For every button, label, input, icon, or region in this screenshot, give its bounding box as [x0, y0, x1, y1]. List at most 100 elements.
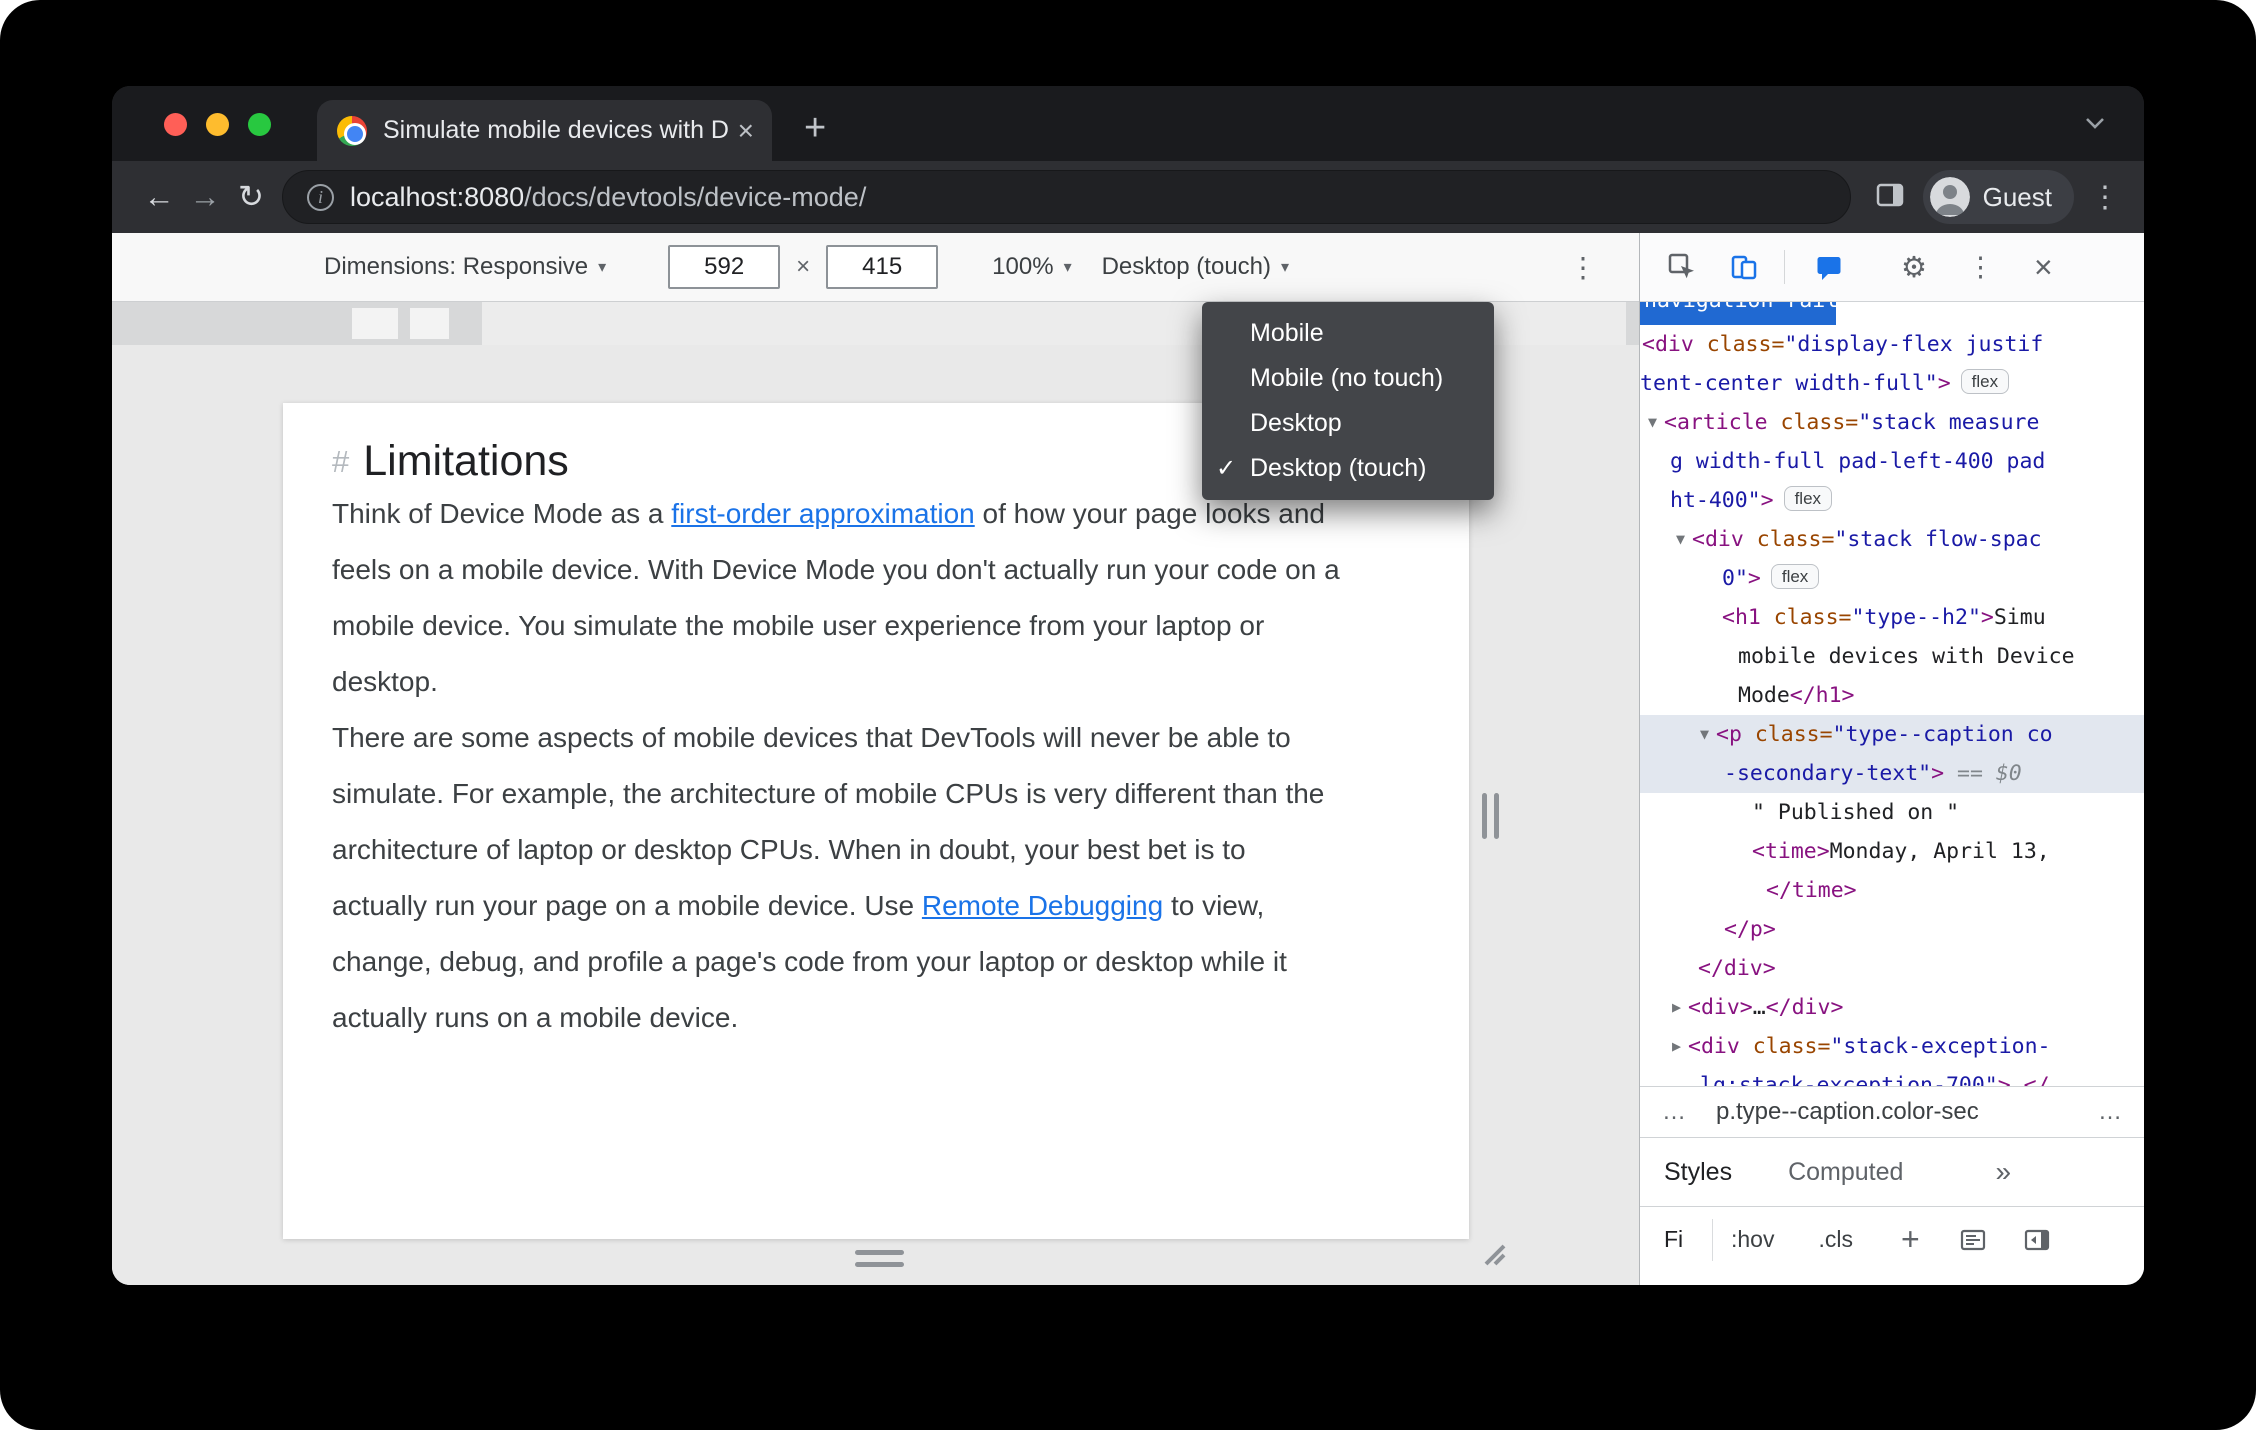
browser-tab[interactable]: Simulate mobile devices with D ×: [317, 100, 772, 161]
styles-filter-input[interactable]: Fi: [1664, 1226, 1708, 1253]
flex-badge[interactable]: flex: [1770, 564, 1820, 589]
tab-close-icon[interactable]: ×: [738, 116, 754, 145]
disclosure-arrow-icon[interactable]: ▼: [1676, 520, 1685, 559]
dom-tree-line[interactable]: " Published on ": [1640, 793, 2144, 832]
device-toolbar-menu-icon[interactable]: ⋮: [1569, 251, 1597, 284]
dom-tree: navigation-rail"> <div class="display-fl…: [1640, 302, 2144, 1086]
new-style-rule-button[interactable]: +: [1901, 1221, 1920, 1258]
new-tab-button[interactable]: +: [804, 100, 826, 156]
zoom-window-button[interactable]: [248, 113, 271, 136]
device-type-select[interactable]: Desktop (touch) ▾: [1102, 253, 1289, 281]
media-query-segment[interactable]: [352, 308, 398, 339]
code-token: class=: [1693, 332, 1785, 357]
dom-tree-line[interactable]: <h1 class="type--h2">Simu: [1640, 598, 2144, 637]
toggle-element-state-button[interactable]: :hov: [1731, 1226, 1774, 1253]
media-query-segment[interactable]: [410, 308, 449, 339]
code-token: <div: [1642, 332, 1694, 357]
inspect-element-icon[interactable]: [1666, 251, 1698, 283]
breadcrumb-overflow-left[interactable]: …: [1662, 1098, 1686, 1126]
dom-tree-line[interactable]: ▶ <div class="stack-exception-: [1640, 1027, 2144, 1066]
chevron-down-icon: ▾: [598, 259, 607, 276]
breadcrumb-overflow-right[interactable]: …: [2098, 1098, 2122, 1126]
url-path: /docs/devtools/device-mode/: [524, 181, 867, 212]
disclosure-arrow-icon[interactable]: ▶: [1672, 1027, 1681, 1066]
profile-button[interactable]: Guest: [1922, 170, 2074, 224]
dom-tree-line[interactable]: g width-full pad-left-400 pad: [1640, 442, 2144, 481]
device-toolbar-toggle-icon[interactable]: [1728, 251, 1760, 283]
viewport-resize-handle-bottom[interactable]: [855, 1250, 904, 1267]
browser-menu-icon[interactable]: ⋮: [2090, 180, 2120, 215]
more-tabs-icon[interactable]: »: [1995, 1156, 2011, 1188]
dom-tree-line[interactable]: lg:stack-exception-700"> </: [1640, 1066, 2144, 1086]
feedback-bubble-icon[interactable]: [1813, 251, 1845, 283]
viewport-height-input[interactable]: [826, 245, 939, 289]
zoom-select[interactable]: 100% ▾: [992, 253, 1071, 281]
dom-tree-line[interactable]: <div class="display-flex justif: [1640, 325, 2144, 364]
menu-item-mobile[interactable]: Mobile: [1202, 311, 1494, 356]
toolbar-divider: [1712, 1218, 1713, 1261]
dom-tree-line[interactable]: ▼ <article class="stack measure: [1640, 403, 2144, 442]
code-token: "type--caption co: [1832, 722, 2053, 747]
dom-tree-line[interactable]: Mode</h1>: [1640, 676, 2144, 715]
dom-tree-line[interactable]: -secondary-text"> == $0: [1640, 754, 2144, 793]
code-token: >: [1931, 761, 1945, 786]
dimensions-select[interactable]: Dimensions: Responsive ▾: [324, 253, 606, 281]
viewport-width-input[interactable]: [668, 245, 781, 289]
minimize-window-button[interactable]: [206, 113, 229, 136]
side-panel-icon[interactable]: [1875, 180, 1905, 215]
dom-tree-line[interactable]: ht-400"> flex: [1640, 481, 2144, 520]
dimensions-times: ×: [796, 253, 811, 280]
dom-tree-line[interactable]: ▼ <div class="stack flow-spac: [1640, 520, 2144, 559]
flex-badge[interactable]: flex: [1960, 369, 2010, 394]
breadcrumb-selected[interactable]: p.type--caption.color-sec: [1716, 1098, 2098, 1126]
dom-tree-line[interactable]: tent-center width-full"> flex: [1640, 364, 2144, 403]
code-token: " Published on ": [1752, 800, 1960, 825]
menu-item-desktop[interactable]: Desktop: [1202, 401, 1494, 446]
dom-tree-line[interactable]: </div>: [1640, 949, 2144, 988]
settings-gear-icon[interactable]: ⚙: [1901, 250, 1927, 285]
sidebar-toggle-icon[interactable]: [2022, 1225, 2052, 1255]
code-token: 0": [1722, 566, 1748, 591]
reload-button[interactable]: ↻: [228, 179, 274, 215]
computed-styles-sidebar-icon[interactable]: [1958, 1225, 1988, 1255]
disclosure-arrow-icon[interactable]: ▶: [1672, 988, 1681, 1027]
back-button[interactable]: ←: [136, 179, 182, 215]
tab-styles[interactable]: Styles: [1664, 1158, 1732, 1187]
disclosure-arrow-icon[interactable]: ▼: [1700, 715, 1709, 754]
first-order-approximation-link[interactable]: first-order approximation: [671, 498, 974, 529]
tab-search-chevron-icon[interactable]: [2084, 116, 2106, 137]
disclosure-arrow-icon[interactable]: ▼: [1648, 403, 1657, 442]
dom-tree-line[interactable]: 0"> flex: [1640, 559, 2144, 598]
devtools-menu-icon[interactable]: ⋮: [1967, 252, 1994, 283]
code-token: ht-400": [1670, 488, 1761, 513]
viewport-resize-handle-corner[interactable]: [1478, 1238, 1506, 1271]
site-info-icon[interactable]: i: [307, 183, 334, 211]
close-window-button[interactable]: [164, 113, 187, 136]
checkmark-icon: ✓: [1216, 455, 1237, 482]
remote-debugging-link[interactable]: Remote Debugging: [922, 890, 1163, 921]
dom-tree-line[interactable]: <time>Monday, April 13,: [1640, 832, 2144, 871]
address-bar[interactable]: i localhost:8080/docs/devtools/device-mo…: [282, 170, 1851, 224]
dom-tree-line[interactable]: ▶ <div>…</div>: [1640, 988, 2144, 1027]
dom-tree-line[interactable]: mobile devices with Device: [1640, 637, 2144, 676]
menu-item-desktop-touch[interactable]: ✓ Desktop (touch): [1202, 446, 1494, 491]
menu-item-mobile-no-touch[interactable]: Mobile (no touch): [1202, 356, 1494, 401]
dom-tree-line[interactable]: </time>: [1640, 871, 2144, 910]
code-token: "stack flow-spac: [1834, 527, 2042, 552]
menu-item-label: Mobile: [1250, 319, 1324, 347]
profile-name: Guest: [1982, 181, 2052, 212]
heading-anchor[interactable]: #: [332, 444, 349, 480]
dom-tree-clipped-selection[interactable]: navigation-rail">: [1640, 302, 1836, 325]
chevron-down-icon: ▾: [1063, 259, 1072, 276]
devtools-close-icon[interactable]: ×: [2034, 251, 2053, 283]
viewport-resize-handle-right[interactable]: [1482, 793, 1499, 839]
dom-tree-line[interactable]: </p>: [1640, 910, 2144, 949]
dimensions-label: Dimensions: Responsive: [324, 253, 589, 280]
flex-badge[interactable]: flex: [1783, 486, 1833, 511]
element-classes-button[interactable]: .cls: [1818, 1226, 1853, 1253]
dom-tree-line[interactable]: ▼ <p class="type--caption co: [1640, 715, 2144, 754]
code-token: </: [2023, 1073, 2050, 1086]
main-area: Dimensions: Responsive ▾ × 100% ▾ Deskto…: [112, 233, 2144, 1285]
tab-computed[interactable]: Computed: [1788, 1158, 1903, 1187]
forward-button[interactable]: →: [182, 179, 228, 215]
